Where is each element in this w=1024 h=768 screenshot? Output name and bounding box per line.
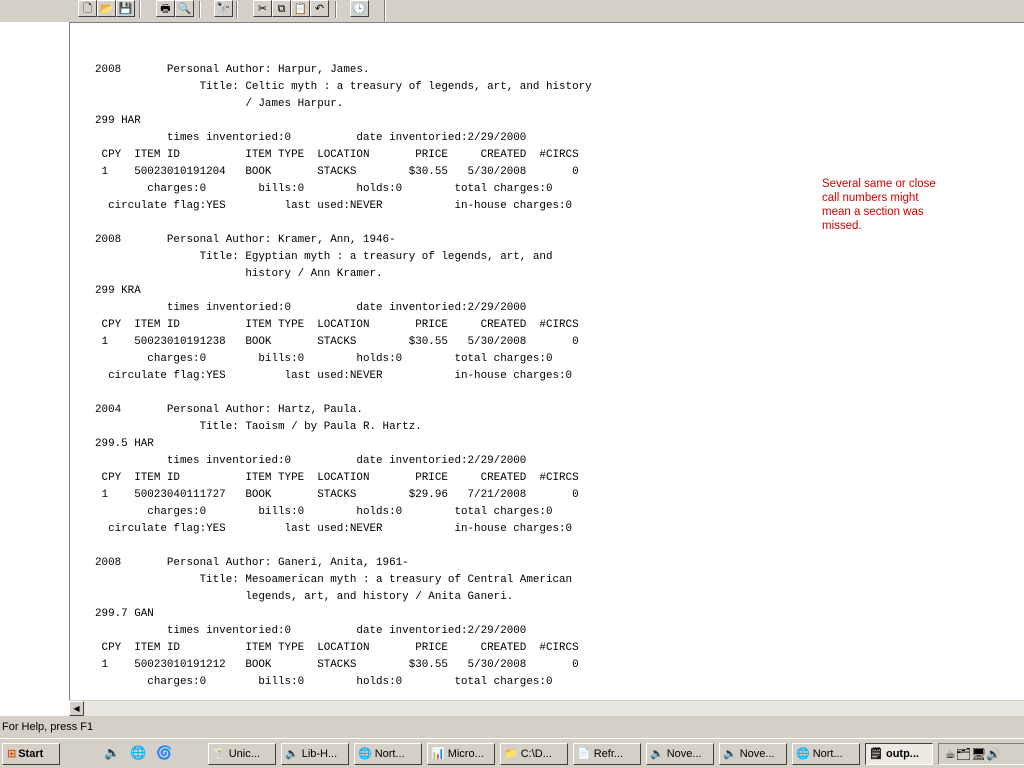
toolbar-separator <box>139 1 141 18</box>
print-icon[interactable]: 🖶 <box>156 0 175 17</box>
toolbar: 🗋 📂 💾 🖶 🔍 🔭 ✂ ⧉ 📋 ↶ 🕒 <box>0 0 1024 22</box>
left-margin <box>0 22 69 700</box>
taskbar-app-icon: 🍸 <box>212 747 226 760</box>
taskbar-app-icon: 📁 <box>504 747 518 760</box>
taskbar-button-label: C:\D... <box>520 748 552 760</box>
undo-icon[interactable]: ↶ <box>310 0 329 17</box>
paste-icon[interactable]: 📋 <box>291 0 310 17</box>
quick-launch-app-icon[interactable]: 🔈 <box>104 745 120 762</box>
quick-launch-browser-icon[interactable]: 🌀 <box>156 745 172 762</box>
toolbar-separator <box>236 1 238 18</box>
taskbar-button[interactable]: 🍸 Unic... <box>208 743 276 765</box>
start-label: Start <box>18 748 44 760</box>
taskbar-button-label: Nove... <box>666 748 702 760</box>
new-icon[interactable]: 🗋 <box>78 0 97 17</box>
windows-flag-icon: ⊞ <box>7 747 17 760</box>
taskbar-app-icon: 🔈 <box>723 747 737 760</box>
taskbar-button-label: Nort... <box>374 748 405 760</box>
find-icon[interactable]: 🔭 <box>214 0 233 17</box>
system-tray[interactable]: ☕🗂🖥🔊 <box>938 743 1024 765</box>
taskbar-button-label: Micro... <box>447 748 484 760</box>
horizontal-scrollbar[interactable]: ◀ <box>69 700 1024 716</box>
copy-icon[interactable]: ⧉ <box>272 0 291 17</box>
toolbar-separator <box>199 1 201 18</box>
document-area[interactable]: 2008 Personal Author: Harpur, James. Tit… <box>69 22 1024 700</box>
status-bar: For Help, press F1 <box>0 716 1024 738</box>
taskbar-button-label: Unic... <box>228 748 260 760</box>
save-icon[interactable]: 💾 <box>116 0 135 17</box>
taskbar-button[interactable]: 🔈 Nove... <box>646 743 714 765</box>
cut-icon[interactable]: ✂ <box>253 0 272 17</box>
taskbar-button-label: Nove... <box>739 748 775 760</box>
open-icon[interactable]: 📂 <box>97 0 116 17</box>
taskbar-button[interactable]: 🌐 Nort... <box>792 743 860 765</box>
taskbar-app-icon: 🗒 <box>869 747 883 760</box>
scroll-left-arrow-icon[interactable]: ◀ <box>69 701 84 716</box>
taskbar-button[interactable]: 📁 C:\D... <box>500 743 568 765</box>
start-button[interactable]: ⊞ Start <box>2 743 60 765</box>
taskbar-app-icon: 🌐 <box>358 747 372 760</box>
taskbar-app-icon: 🔈 <box>285 747 299 760</box>
taskbar-app-icon: 🌐 <box>796 747 810 760</box>
taskbar-button[interactable]: 🔈 Lib-H... <box>281 743 349 765</box>
taskbar: ⊞ Start 🔈 🌐 🌀 🍸 Unic... 🔈 Lib-H... 🌐 Nort... 📊 Mic… <box>0 738 1024 768</box>
report-text: 2008 Personal Author: Harpur, James. Tit… <box>95 64 592 688</box>
taskbar-button[interactable]: 🌐 Nort... <box>354 743 422 765</box>
taskbar-button-label: Refr... <box>593 748 624 760</box>
taskbar-button-label: Nort... <box>812 748 843 760</box>
toolbar-separator <box>335 1 337 18</box>
date-time-icon[interactable]: 🕒 <box>350 0 369 17</box>
toolbar-divider <box>384 0 386 22</box>
status-text: For Help, press F1 <box>2 721 94 733</box>
taskbar-button[interactable]: 📊 Micro... <box>427 743 495 765</box>
margin-note: Several same or close call numbers might… <box>822 178 936 232</box>
print-preview-icon[interactable]: 🔍 <box>175 0 194 17</box>
taskbar-button[interactable]: 📄 Refr... <box>573 743 641 765</box>
taskbar-button[interactable]: 🗒 outp... <box>865 743 933 765</box>
taskbar-app-icon: 📄 <box>577 747 591 760</box>
internet-explorer-icon[interactable]: 🌐 <box>130 745 146 762</box>
taskbar-app-icon: 🔈 <box>650 747 664 760</box>
taskbar-button-label: Lib-H... <box>301 748 338 760</box>
taskbar-app-icon: 📊 <box>431 747 445 760</box>
taskbar-button[interactable]: 🔈 Nove... <box>719 743 787 765</box>
taskbar-button-label: outp... <box>885 748 919 760</box>
